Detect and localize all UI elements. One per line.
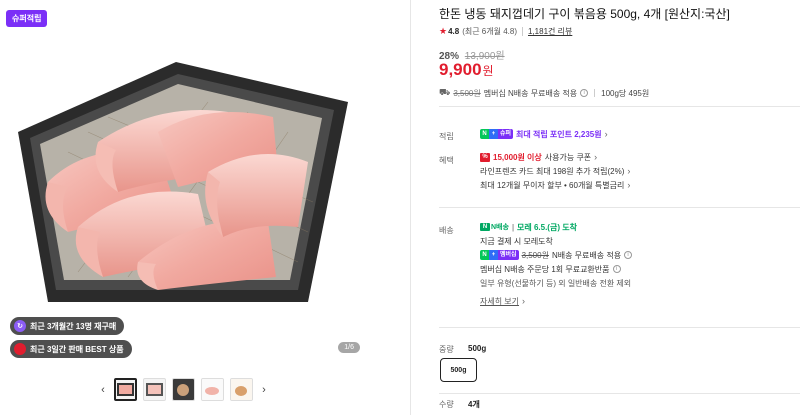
points-line[interactable]: N + 슈퍼 최대 적립 포인트 2,235원 › — [480, 127, 608, 141]
main-product-image[interactable]: 슈퍼적립 ↻ 최근 3개월간 13명 재구매 ★ 최근 3일간 판매 BEST … — [0, 0, 370, 368]
chevron-left-icon[interactable]: ‹ — [98, 384, 108, 396]
max-points-text: 최대 적립 포인트 2,235원 — [516, 129, 602, 139]
points-label: 적립 — [439, 132, 454, 141]
arrival-line: N N배송 | 모레 6.5.(금) 도착 — [480, 220, 632, 234]
product-gallery: 슈퍼적립 ↻ 최근 3개월간 13명 재구매 ★ 최근 3일간 판매 BEST … — [0, 0, 370, 415]
shipping-summary: ⛟ 3,500원 멤버십 N배송 무료배송 적용 i 100g당 495원 — [439, 87, 649, 99]
chevron-right-icon: › — [522, 296, 526, 306]
coupon-line[interactable]: % 15,000원 이상 사용가능 쿠폰 › — [480, 150, 630, 164]
weight-option-chip[interactable]: 500g — [440, 358, 477, 382]
card-line[interactable]: 라인프렌즈 카드 최대 198원 추가 적립(2%) › — [480, 164, 630, 178]
delivery-label: 배송 — [439, 226, 454, 235]
exception-line: 일부 유형(선물하기 등) 외 일반배송 전환 제외 — [480, 276, 632, 290]
truck-icon: ⛟ — [439, 87, 451, 97]
section-divider — [439, 207, 800, 208]
repurchase-text: 최근 3개월간 13명 재구매 — [30, 321, 117, 331]
separator: | — [511, 222, 515, 232]
installment-text: 최대 12개월 무이자 할부 • 60개월 특별금리 — [480, 180, 625, 190]
separator — [594, 89, 596, 97]
weight-value: 500g — [468, 344, 487, 353]
delivery-free-text: N배송 무료배송 적용 — [551, 250, 622, 260]
repurchase-pill: ↻ 최근 3개월간 13명 재구매 — [10, 317, 125, 335]
repeat-bag-icon: ↻ — [14, 320, 26, 332]
installment-line[interactable]: 최대 12개월 무이자 할부 • 60개월 특별금리 › — [480, 178, 630, 192]
chevron-right-icon[interactable]: › — [259, 384, 269, 396]
thumbnail-2[interactable] — [143, 378, 166, 401]
chevron-right-icon: › — [594, 152, 598, 162]
section-divider — [439, 106, 800, 107]
arrival-note: 지금 결제 시 모레도착 — [480, 236, 553, 246]
section-divider — [439, 327, 800, 328]
chevron-right-icon: › — [627, 180, 631, 190]
super-points-badge: 슈퍼적립 — [6, 10, 48, 27]
n-delivery-badge: N N배송 — [480, 222, 509, 232]
weight-label: 중량 — [439, 345, 454, 354]
chevron-right-icon: › — [627, 166, 631, 176]
thumbnail-1[interactable] — [114, 378, 137, 401]
npay-membership-badge: N + 멤버십 — [480, 250, 519, 260]
unit-price: 100g당 495원 — [601, 88, 650, 98]
card-benefit-text: 라인프렌즈 카드 최대 198원 추가 적립(2%) — [480, 166, 625, 176]
best-seller-pill: ★ 최근 3일간 판매 BEST 상품 — [10, 340, 132, 358]
image-counter: 1/6 — [338, 342, 360, 353]
npay-plus-badge: N + 슈퍼 — [480, 129, 514, 139]
sale-price: 9,900원 — [439, 60, 494, 80]
perks-label: 혜택 — [439, 156, 454, 165]
delivery-original-fee: 3,500원 — [521, 250, 549, 260]
separator — [522, 27, 523, 36]
best-seller-text: 최근 3일간 판매 BEST 상품 — [30, 344, 124, 354]
rating-detail: (최근 6개월 4.8) — [462, 27, 517, 36]
info-icon[interactable]: i — [612, 265, 621, 273]
perks-section: % 15,000원 이상 사용가능 쿠폰 › 라인프렌즈 카드 최대 198원 … — [480, 150, 630, 192]
chevron-right-icon: › — [604, 129, 608, 139]
thumbnail-5[interactable] — [230, 378, 253, 401]
rating-score: 4.8 — [448, 27, 460, 36]
rating-row: ★ 4.8 (최근 6개월 4.8) 1,181건 리뷰 — [439, 26, 572, 37]
free-ship-line: N + 멤버십 3,500원 N배송 무료배송 적용 i — [480, 248, 633, 262]
exception-text: 일부 유형(선물하기 등) 외 일반배송 전환 제외 — [480, 278, 632, 288]
quantity-value: 4개 — [468, 400, 480, 409]
delivery-section: N N배송 | 모레 6.5.(금) 도착 지금 결제 시 모레도착 N + 멤버십 … — [480, 220, 633, 308]
points-section: N + 슈퍼 최대 적립 포인트 2,235원 › — [480, 127, 608, 141]
star-icon: ★ — [439, 26, 448, 36]
pork-skin-tray-image — [18, 62, 348, 302]
shipping-free-text: 멤버십 N배송 무료배송 적용 — [483, 88, 578, 98]
return-line: 멤버십 N배송 주문당 1회 무료교환반품 i — [480, 262, 632, 276]
more-line[interactable]: 자세히 보기 › — [480, 294, 632, 308]
gift-icon: ★ — [14, 343, 26, 355]
coupon-icon: % — [480, 152, 490, 162]
thumbnail-strip: ‹ › — [98, 378, 269, 401]
see-more-link[interactable]: 자세히 보기 — [480, 296, 519, 307]
column-divider — [410, 0, 411, 415]
return-text: 멤버십 N배송 주문당 1회 무료교환반품 — [480, 264, 610, 274]
product-title: 한돈 냉동 돼지껍데기 구이 볶음용 500g, 4개 [원산지:국산] — [439, 7, 730, 21]
coupon-text: 사용가능 쿠폰 — [544, 152, 592, 162]
thumbnail-3[interactable] — [172, 378, 195, 401]
quantity-label: 수량 — [439, 400, 454, 409]
coupon-amount: 15,000원 이상 — [493, 152, 542, 162]
shipping-original-fee: 3,500원 — [453, 88, 481, 98]
section-divider — [439, 393, 800, 394]
arrival-date: 모레 6.5.(금) 도착 — [517, 222, 577, 232]
info-icon[interactable]: i — [580, 89, 589, 97]
arrival-note-line: 지금 결제 시 모레도착 — [480, 234, 632, 248]
info-icon[interactable]: i — [624, 251, 633, 259]
sale-price-unit: 원 — [482, 64, 494, 78]
thumbnail-4[interactable] — [201, 378, 224, 401]
review-count-link[interactable]: 1,181건 리뷰 — [528, 26, 572, 37]
sale-price-value: 9,900 — [439, 60, 482, 79]
